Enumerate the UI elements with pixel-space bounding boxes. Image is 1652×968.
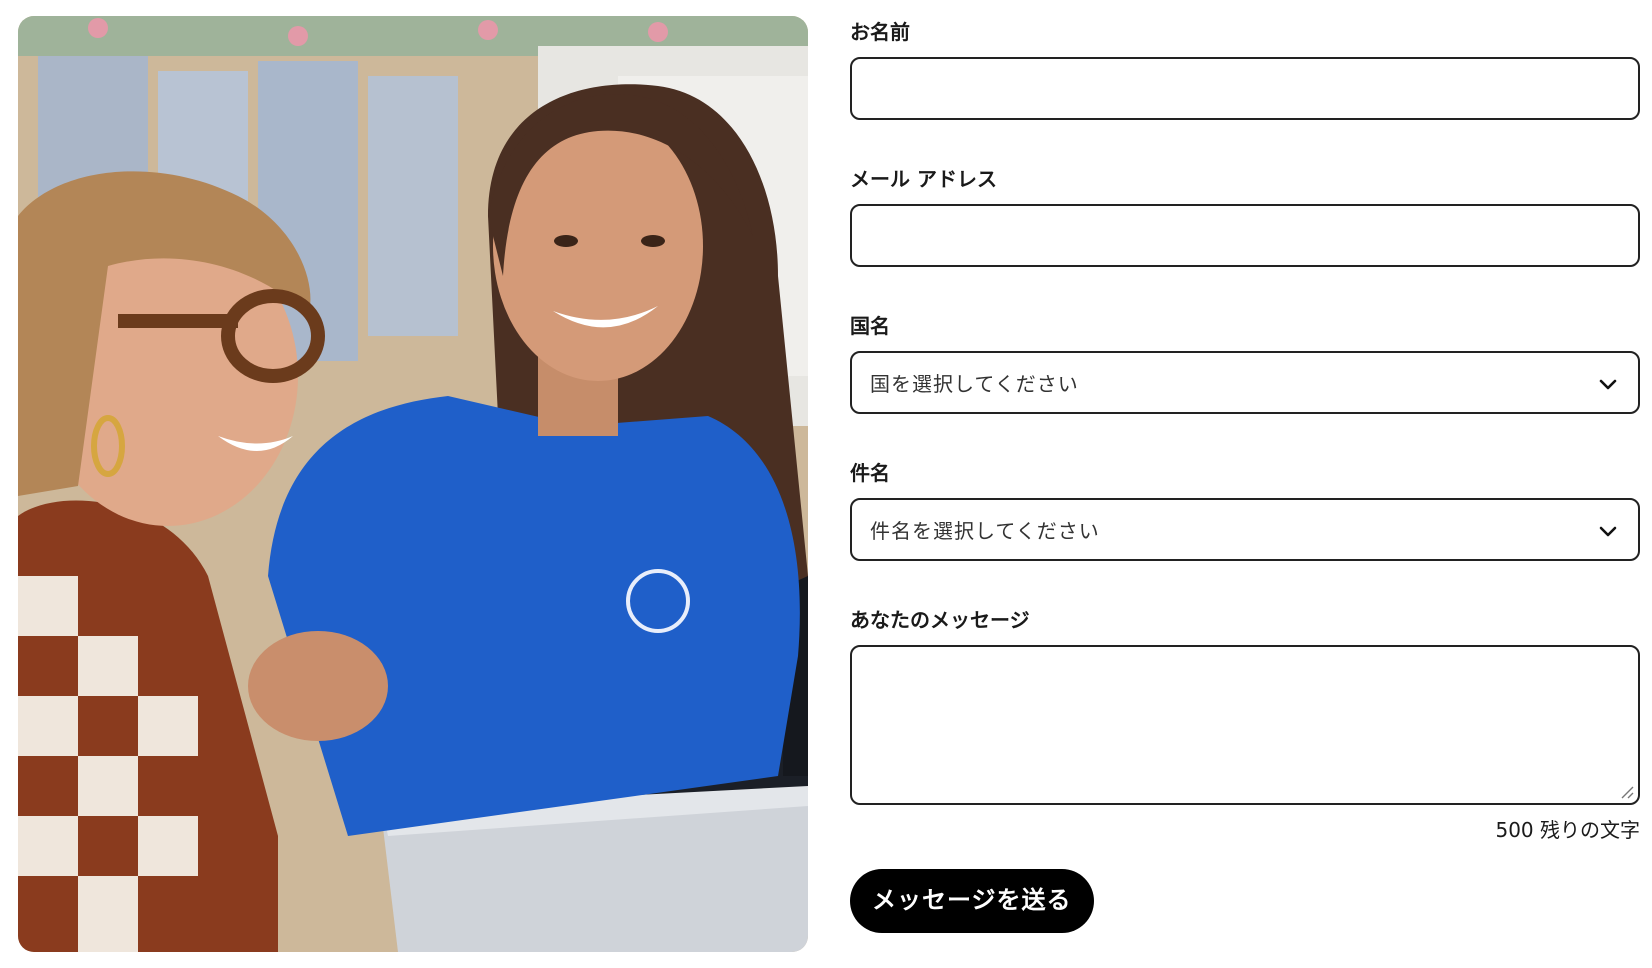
- email-input[interactable]: [850, 204, 1640, 267]
- message-textarea[interactable]: [850, 645, 1640, 805]
- hero-photo: [18, 16, 808, 952]
- name-label: お名前: [850, 20, 910, 44]
- country-select[interactable]: 国を選択してください: [850, 351, 1640, 414]
- subject-select[interactable]: 件名を選択してください: [850, 498, 1640, 561]
- name-input[interactable]: [850, 57, 1640, 120]
- email-label: メール アドレス: [850, 167, 997, 191]
- chevron-down-icon: [1599, 379, 1617, 390]
- photo-illustration: [18, 16, 808, 952]
- char-counter: 500 残りの文字: [1495, 818, 1640, 842]
- resize-grip-icon[interactable]: [1618, 783, 1634, 799]
- subject-select-value: 件名を選択してください: [870, 519, 1100, 543]
- message-label: あなたのメッセージ: [850, 608, 1030, 632]
- country-label: 国名: [850, 314, 890, 338]
- country-select-value: 国を選択してください: [870, 372, 1079, 396]
- send-message-button[interactable]: メッセージを送る: [850, 869, 1094, 933]
- subject-label: 件名: [850, 461, 890, 485]
- chevron-down-icon: [1599, 526, 1617, 537]
- contact-form: お名前 メール アドレス 国名 国を選択してください 件名 件名を選択してくださ…: [850, 18, 1640, 933]
